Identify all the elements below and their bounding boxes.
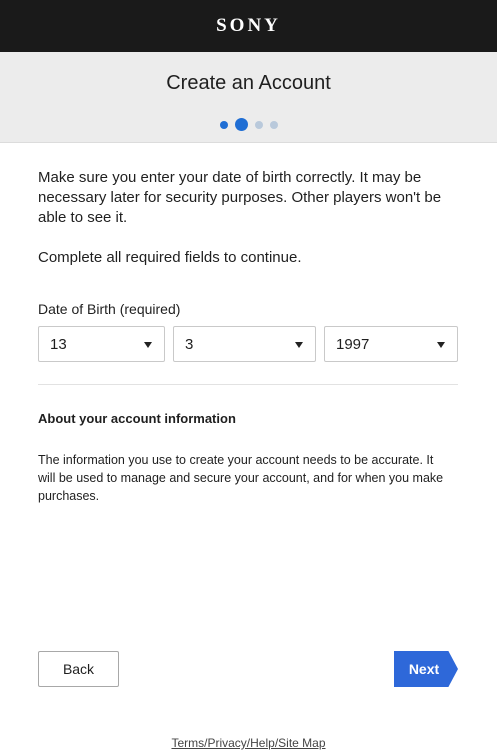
year-select[interactable]: 1997 [324,326,458,362]
step-dot-2-current [234,118,248,131]
dob-fields: 13 3 1997 [38,326,458,362]
page-title: Create an Account [166,72,331,94]
about-text: The information you use to create your a… [38,453,444,503]
dob-label: Date of Birth (required) [38,301,181,317]
footer: Terms/Privacy/Help/Site Map [0,736,497,750]
divider [38,384,458,385]
month-select[interactable]: 3 [173,326,316,362]
top-bar: SONY [0,0,497,52]
month-value: 3 [185,335,194,353]
about-title: About your account information [38,411,236,426]
step-indicator [0,118,497,131]
year-value: 1997 [336,335,370,353]
sony-logo: SONY [216,15,281,36]
day-value: 13 [50,335,67,353]
back-button[interactable]: Back [38,651,119,687]
intro-text: Make sure you enter your date of birth c… [38,169,442,226]
page-header: Create an Account [0,52,497,143]
footer-links[interactable]: Terms/Privacy/Help/Site Map [171,736,325,750]
chevron-down-icon [144,342,152,348]
next-button[interactable]: Next [394,651,458,687]
chevron-down-icon [295,342,303,348]
day-select[interactable]: 13 [38,326,165,362]
intro-section: Make sure you enter your date of birth c… [38,168,458,268]
step-dot-3 [254,120,263,129]
required-note: Complete all required fields to continue… [38,249,302,266]
step-dot-4 [269,120,278,129]
step-dot-1 [219,120,228,129]
chevron-down-icon [437,342,445,348]
